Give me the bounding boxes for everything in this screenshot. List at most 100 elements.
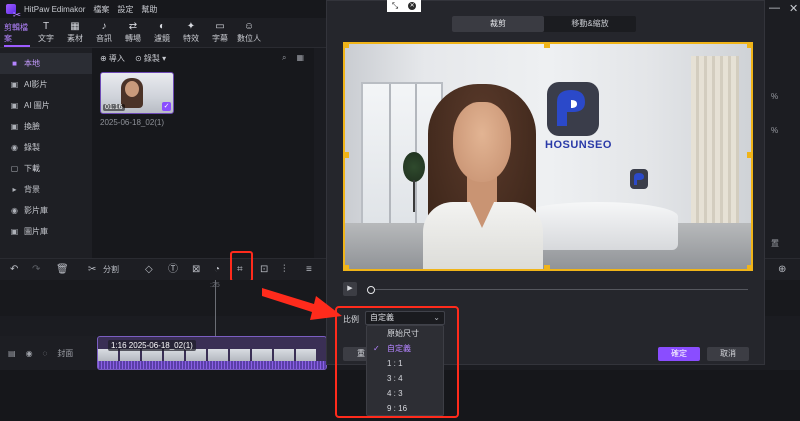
redo-icon[interactable]: ↷ (32, 264, 40, 276)
clip-frame (208, 349, 228, 361)
import-button[interactable]: ⊕ 導入 (100, 53, 125, 64)
split-icon[interactable]: ✂ (88, 264, 96, 276)
swap-icon: ▣ (10, 122, 19, 131)
grid-view-icon[interactable]: ▦ (296, 53, 304, 63)
menu-file[interactable]: 檔案 (93, 4, 109, 15)
scissors-icon: ✂ (12, 10, 22, 21)
zoom-in-icon[interactable]: ⊕ (778, 264, 786, 276)
sidebar-item-7[interactable]: ◉ 影片庫 (0, 200, 92, 221)
delete-icon[interactable]: 🗑 (56, 264, 69, 276)
sidebar-item-label: 圖片庫 (24, 227, 48, 236)
sidebar-item-1[interactable]: ▣ AI影片 (0, 74, 92, 95)
close-icon[interactable]: ✕ (789, 2, 798, 15)
toolbar-item-8[interactable]: ☺ 數位人 (236, 21, 262, 47)
toolbar-item-6[interactable]: ✦ 特效 (178, 21, 204, 47)
crop-frame[interactable] (343, 42, 753, 271)
sidebar-item-0[interactable]: ■ 本地 (0, 53, 92, 74)
undo-icon[interactable]: ↶ (10, 264, 18, 276)
sticker-icon: ▦ (70, 21, 80, 32)
sidebar-item-label: 影片庫 (24, 206, 48, 215)
sidebar-item-label: 錄製 (24, 143, 40, 152)
toolbar-item-0[interactable]: ✂ 剪輯檔案 (4, 10, 30, 47)
menu-settings[interactable]: 設定 (117, 4, 133, 15)
cancel-button[interactable]: 取消 (707, 347, 749, 361)
media-tools: ⌕ ▦ (282, 53, 304, 63)
clip-duration: 01:16 (103, 104, 125, 111)
download-icon: ▢ (10, 164, 19, 173)
play-button[interactable]: ▶ (343, 282, 357, 296)
subtitle-icon: ▭ (215, 21, 225, 32)
property-percent-2: % (771, 126, 779, 135)
track-cover-label: 封面 (57, 348, 74, 358)
crop-handle-top-right[interactable] (747, 42, 753, 48)
split-label[interactable]: 分割 (103, 264, 119, 276)
clip-frame (230, 349, 250, 361)
confirm-button[interactable]: 確定 (658, 347, 700, 361)
toolbar-item-2[interactable]: ▦ 素材 (62, 21, 88, 47)
track-visibility-icon[interactable]: ◉ (26, 349, 33, 358)
align-icon[interactable]: ≡ (306, 264, 312, 276)
crop-handle-top-left[interactable] (343, 42, 349, 48)
scrub-track[interactable] (371, 289, 748, 290)
ai-video-icon: ▣ (10, 80, 19, 89)
sidebar-item-5[interactable]: ▢ 下載 (0, 158, 92, 179)
clip-frame (296, 349, 316, 361)
sidebar-item-6[interactable]: ▸ 背景 (0, 179, 92, 200)
freeze-icon[interactable]: ⊠ (192, 264, 200, 276)
sidebar: ■ 本地 ▣ AI影片 ▣ AI 圖片 ▣ 換臉 ◉ 錄製 ▢ 下載 ▸ 背景 ◉ 影片庫 ▣ 圖片庫 (0, 48, 92, 258)
scrub-knob[interactable] (367, 286, 375, 294)
record-dropdown[interactable]: ⊙ 錄製 ▾ (135, 53, 166, 64)
dialog-tabs: 裁剪 移動&縮放 (452, 16, 636, 32)
crop-handle-top[interactable] (544, 42, 550, 48)
toolbar-item-label: 剪輯檔案 (4, 23, 28, 43)
avatar-icon: ☺ (243, 21, 255, 32)
toolbar-item-label: 字幕 (212, 34, 228, 43)
media-thumbnail[interactable]: 01:16 ✓ (100, 72, 174, 114)
sidebar-item-3[interactable]: ▣ 換臉 (0, 116, 92, 137)
clip-frame (252, 349, 272, 361)
toolbar-item-label: 文字 (38, 34, 54, 43)
property-percent-1: % (771, 92, 779, 101)
move-icon[interactable]: ⤡ (392, 1, 398, 11)
sidebar-item-8[interactable]: ▣ 圖片庫 (0, 221, 92, 242)
minimize-icon[interactable]: — (769, 2, 780, 14)
properties-panel: % % 置 (765, 0, 800, 258)
dialog-floating-controls: ⤡ ✕ (387, 0, 421, 12)
close-circle-icon[interactable]: ✕ (408, 2, 417, 10)
image-library-icon: ▣ (10, 227, 19, 236)
toolbar-item-7[interactable]: ▭ 字幕 (207, 21, 233, 47)
toolbar-item-label: 數位人 (237, 34, 261, 43)
sidebar-item-label: 背景 (24, 185, 40, 194)
text-icon: T (42, 21, 50, 32)
sidebar-item-2[interactable]: ▣ AI 圖片 (0, 95, 92, 116)
text-tool-icon[interactable]: Ⓣ (168, 264, 178, 276)
speed-icon[interactable]: ◔ (214, 264, 220, 276)
track-lock-icon[interactable]: ▤ (8, 349, 16, 358)
ai-image-icon: ▣ (10, 101, 19, 110)
toolbar-item-5[interactable]: ◐ 濾鏡 (149, 21, 175, 47)
sidebar-item-4[interactable]: ◉ 錄製 (0, 137, 92, 158)
annotation-highlight-box (335, 306, 459, 418)
property-setting[interactable]: 置 (771, 238, 779, 249)
menu-help[interactable]: 幫助 (141, 4, 157, 15)
tab-crop[interactable]: 裁剪 (452, 16, 544, 32)
toolbar-item-3[interactable]: ♪ 音訊 (91, 21, 117, 47)
filter-icon: ◐ (158, 21, 166, 32)
video-preview: HOSUNSEO (343, 42, 753, 271)
toolbar-item-4[interactable]: ⇄ 轉場 (120, 21, 146, 47)
tab-move-zoom[interactable]: 移動&縮放 (544, 16, 636, 32)
timeline-clip[interactable]: 1:16 2025-06-18_02(1) (97, 336, 327, 370)
sidebar-item-label: AI 圖片 (24, 101, 50, 110)
crop-handle-bottom[interactable] (544, 265, 550, 271)
crop-handle-bottom-right[interactable] (747, 265, 753, 271)
crop-handle-right[interactable] (747, 152, 753, 158)
toolbar-item-1[interactable]: T 文字 (33, 21, 59, 47)
track-audio-icon[interactable]: ◌ (43, 349, 48, 358)
mask-icon[interactable]: ◇ (145, 264, 153, 276)
crop-handle-bottom-left[interactable] (343, 265, 349, 271)
resize-icon[interactable]: ⊡ (260, 264, 268, 276)
crop-handle-left[interactable] (343, 152, 349, 158)
mirror-icon[interactable]: ⫶ (283, 264, 286, 276)
search-icon[interactable]: ⌕ (282, 53, 286, 63)
app-window: HitPaw Edimakor 檔案 設定 幫助 ✂ 剪輯檔案 T 文字 ▦ 素材 ♪ 音訊 ⇄… (0, 0, 800, 421)
